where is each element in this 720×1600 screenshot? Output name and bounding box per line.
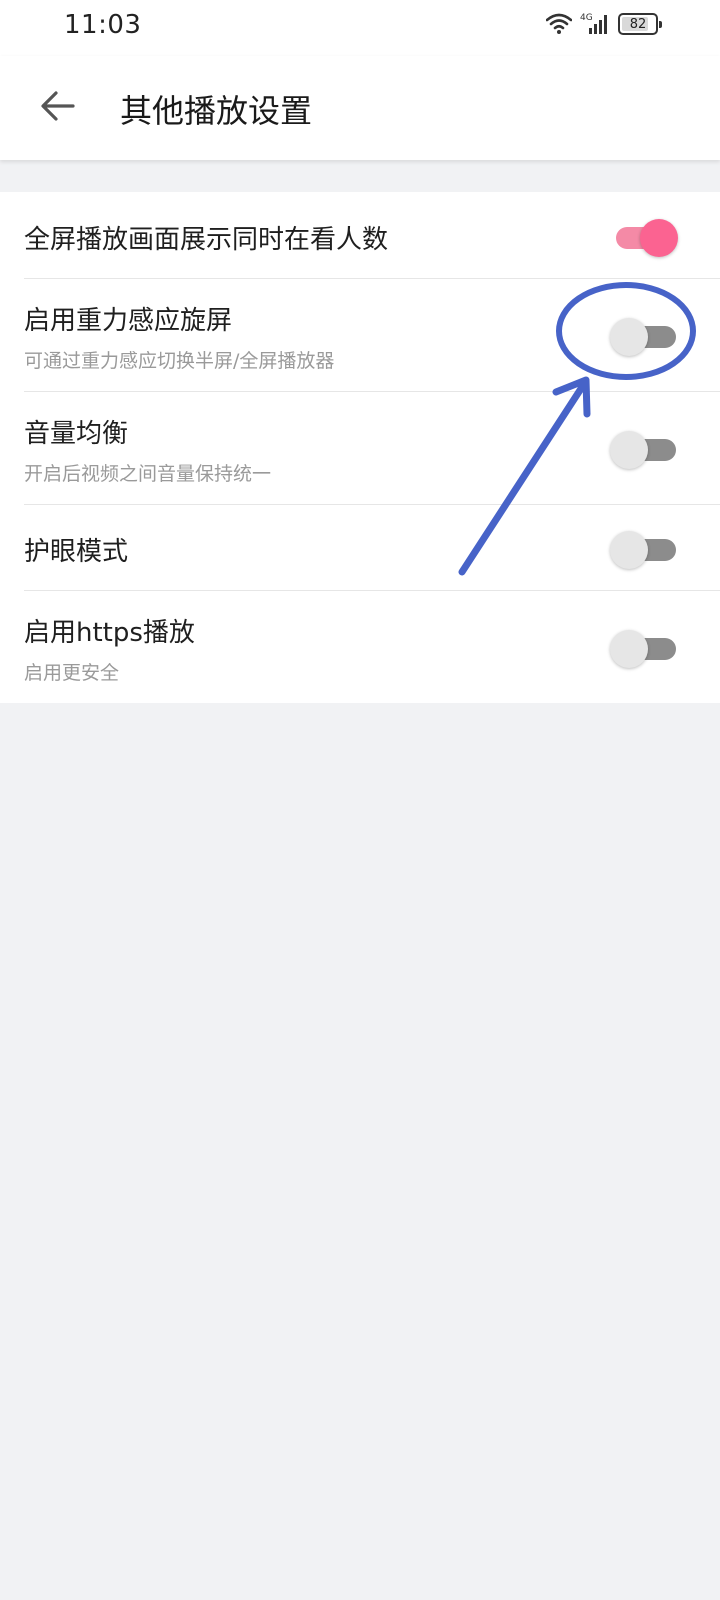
battery-level: 82	[629, 16, 647, 32]
setting-title: 启用https播放	[24, 618, 195, 648]
wifi-icon	[546, 13, 572, 35]
setting-volume-balance[interactable]: 音量均衡 开启后视频之间音量保持统一	[0, 391, 720, 504]
https-playback-toggle[interactable]	[610, 630, 676, 668]
gravity-rotation-toggle[interactable]	[610, 318, 676, 356]
setting-title: 启用重力感应旋屏	[24, 306, 233, 336]
toggle-thumb	[610, 431, 648, 469]
arrow-left-icon	[40, 90, 76, 126]
eye-protection-toggle[interactable]	[610, 531, 676, 569]
setting-title: 护眼模式	[24, 537, 129, 567]
page-title: 其他播放设置	[120, 92, 313, 130]
toggle-thumb	[610, 318, 648, 356]
status-time: 11:03	[64, 10, 142, 40]
toggle-thumb	[640, 219, 678, 257]
app-bar: 其他播放设置	[0, 56, 720, 160]
battery-icon: 82	[618, 13, 662, 35]
setting-viewer-count[interactable]: 全屏播放画面展示同时在看人数	[0, 192, 720, 278]
setting-title: 音量均衡	[24, 419, 129, 449]
setting-title: 全屏播放画面展示同时在看人数	[24, 225, 389, 255]
network-type-label: 4G	[580, 13, 593, 23]
volume-balance-toggle[interactable]	[610, 431, 676, 469]
setting-eye-protection[interactable]: 护眼模式	[0, 504, 720, 590]
back-button[interactable]	[28, 78, 88, 138]
status-bar: 11:03 4G 82	[0, 0, 720, 56]
settings-list: 全屏播放画面展示同时在看人数 启用重力感应旋屏 可通过重力感应切换半屏/全屏播放…	[0, 192, 720, 703]
cellular-signal-icon: 4G	[580, 12, 610, 36]
setting-subtitle: 启用更安全	[24, 662, 120, 684]
viewer-count-toggle[interactable]	[612, 219, 678, 257]
setting-subtitle: 开启后视频之间音量保持统一	[24, 463, 272, 485]
toggle-thumb	[610, 630, 648, 668]
setting-subtitle: 可通过重力感应切换半屏/全屏播放器	[24, 350, 335, 372]
setting-gravity-rotation[interactable]: 启用重力感应旋屏 可通过重力感应切换半屏/全屏播放器	[0, 278, 720, 391]
status-icons: 4G 82	[546, 12, 662, 36]
toggle-thumb	[610, 531, 648, 569]
setting-https-playback[interactable]: 启用https播放 启用更安全	[0, 590, 720, 703]
